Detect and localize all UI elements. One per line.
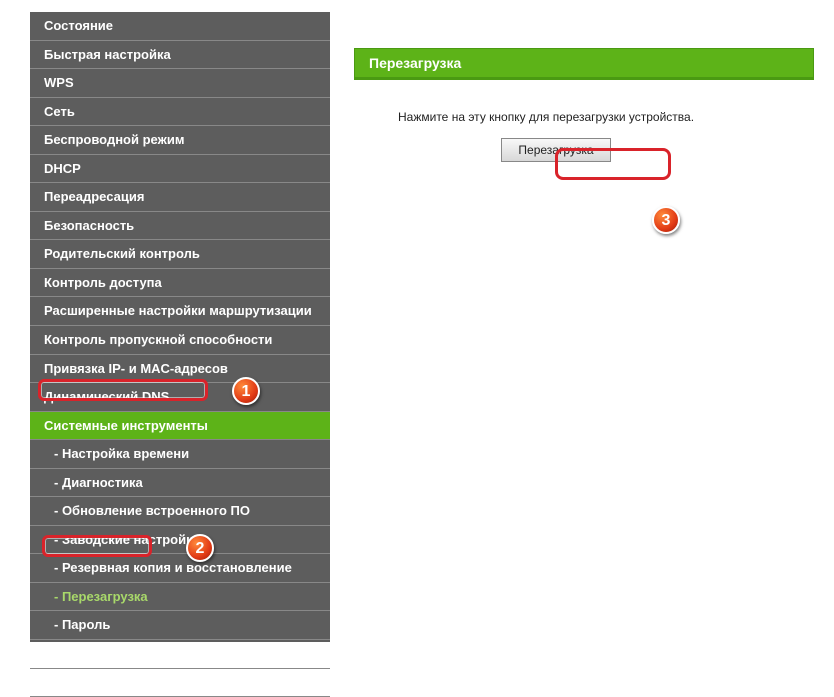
sidebar-sub-syslog[interactable]: - Системный журнал [30,640,330,669]
sidebar-item-ipmac[interactable]: Привязка IP- и MAC-адресов [30,355,330,384]
sidebar-item-wps[interactable]: WPS [30,69,330,98]
sidebar-item-parental[interactable]: Родительский контроль [30,240,330,269]
annotation-callout-3: 3 [652,206,680,234]
instruction-text: Нажмите на эту кнопку для перезагрузки у… [398,110,794,124]
sidebar-sub-password[interactable]: - Пароль [30,611,330,640]
sidebar-sub-statistics[interactable]: - Статистика [30,669,330,697]
sidebar-menu: Состояние Быстрая настройка WPS Сеть Бес… [30,12,330,642]
sidebar-sub-diagnostics[interactable]: - Диагностика [30,469,330,498]
annotation-callout-1: 1 [232,377,260,405]
sidebar-item-quick-setup[interactable]: Быстрая настройка [30,41,330,70]
annotation-callout-2: 2 [186,534,214,562]
main-content: Перезагрузка Нажмите на эту кнопку для п… [330,12,834,644]
sidebar-sub-backup[interactable]: - Резервная копия и восстановление [30,554,330,583]
sidebar-item-forwarding[interactable]: Переадресация [30,183,330,212]
sidebar-item-bandwidth[interactable]: Контроль пропускной способности [30,326,330,355]
sidebar-item-security[interactable]: Безопасность [30,212,330,241]
reboot-button[interactable]: Перезагрузка [501,138,610,162]
page-title: Перезагрузка [354,48,814,78]
sidebar-item-network[interactable]: Сеть [30,98,330,127]
sidebar-item-status[interactable]: Состояние [30,12,330,41]
sidebar-item-access-control[interactable]: Контроль доступа [30,269,330,298]
sidebar-sub-firmware[interactable]: - Обновление встроенного ПО [30,497,330,526]
sidebar-item-routing[interactable]: Расширенные настройки маршрутизации [30,297,330,326]
sidebar-item-wireless[interactable]: Беспроводной режим [30,126,330,155]
sidebar-sub-reboot[interactable]: - Перезагрузка [30,583,330,612]
sidebar-item-ddns[interactable]: Динамический DNS [30,383,330,412]
sidebar-item-dhcp[interactable]: DHCP [30,155,330,184]
sidebar-sub-factory[interactable]: - Заводские настройки [30,526,330,555]
sidebar-item-system-tools[interactable]: Системные инструменты [30,412,330,441]
sidebar-sub-time[interactable]: - Настройка времени [30,440,330,469]
